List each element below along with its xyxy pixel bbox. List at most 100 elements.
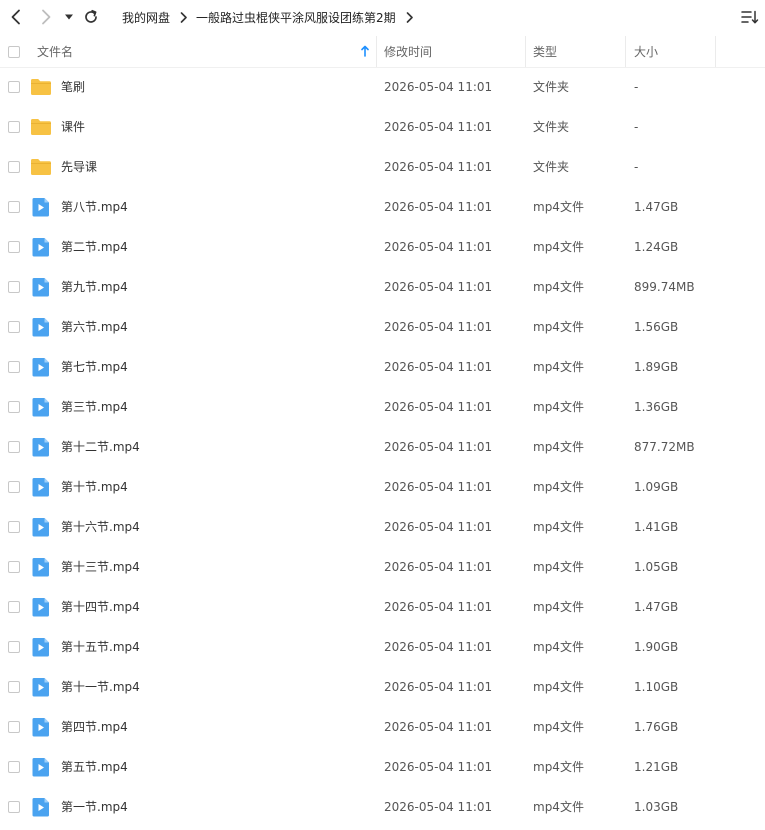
file-name[interactable]: 第九节.mp4 xyxy=(61,267,128,307)
file-row[interactable]: 第七节.mp4 2026-05-04 11:01 mp4文件 1.89GB xyxy=(0,347,765,387)
file-row[interactable]: 第十三节.mp4 2026-05-04 11:01 mp4文件 1.05GB xyxy=(0,547,765,587)
file-row[interactable]: 第九节.mp4 2026-05-04 11:01 mp4文件 899.74MB xyxy=(0,267,765,307)
file-name[interactable]: 第十六节.mp4 xyxy=(61,507,140,547)
file-modified-time: 2026-05-04 11:01 xyxy=(384,760,493,774)
column-header-modified[interactable]: 修改时间 xyxy=(384,36,524,67)
row-checkbox[interactable] xyxy=(8,641,20,653)
video-file-icon xyxy=(30,356,52,378)
file-name[interactable]: 第二节.mp4 xyxy=(61,227,128,267)
file-modified-time: 2026-05-04 11:01 xyxy=(384,680,493,694)
row-checkbox[interactable] xyxy=(8,241,20,253)
sort-ascending-icon xyxy=(361,45,369,60)
row-checkbox[interactable] xyxy=(8,401,20,413)
row-checkbox[interactable] xyxy=(8,81,20,93)
file-name[interactable]: 第四节.mp4 xyxy=(61,707,128,747)
file-type: mp4文件 xyxy=(533,480,584,494)
column-divider[interactable] xyxy=(525,36,526,67)
row-checkbox[interactable] xyxy=(8,361,20,373)
breadcrumb-expand-icon[interactable] xyxy=(406,11,414,23)
row-checkbox[interactable] xyxy=(8,121,20,133)
history-dropdown-button[interactable] xyxy=(60,6,78,28)
file-name[interactable]: 第十节.mp4 xyxy=(61,467,128,507)
row-checkbox[interactable] xyxy=(8,481,20,493)
breadcrumb-item-current[interactable]: 一般路过虫棍侠平涂风服设团练第2期 xyxy=(196,9,396,26)
column-divider[interactable] xyxy=(625,36,626,67)
file-modified-time: 2026-05-04 11:01 xyxy=(384,400,493,414)
file-row[interactable]: 第五节.mp4 2026-05-04 11:01 mp4文件 1.21GB xyxy=(0,747,765,787)
row-checkbox[interactable] xyxy=(8,321,20,333)
breadcrumb-item-root[interactable]: 我的网盘 xyxy=(122,9,170,26)
sort-view-button[interactable] xyxy=(739,7,761,27)
column-header-type[interactable]: 类型 xyxy=(533,36,623,67)
row-checkbox[interactable] xyxy=(8,761,20,773)
refresh-button[interactable] xyxy=(80,6,102,28)
file-row[interactable]: 第一节.mp4 2026-05-04 11:01 mp4文件 1.03GB xyxy=(0,787,765,827)
column-divider[interactable] xyxy=(715,36,716,67)
file-name[interactable]: 第十一节.mp4 xyxy=(61,667,140,707)
row-checkbox[interactable] xyxy=(8,681,20,693)
file-name[interactable]: 第三节.mp4 xyxy=(61,387,128,427)
video-file-icon xyxy=(30,676,52,698)
file-row[interactable]: 第十六节.mp4 2026-05-04 11:01 mp4文件 1.41GB xyxy=(0,507,765,547)
row-checkbox[interactable] xyxy=(8,161,20,173)
file-size: 1.21GB xyxy=(634,760,679,774)
file-modified-time: 2026-05-04 11:01 xyxy=(384,360,493,374)
row-checkbox[interactable] xyxy=(8,721,20,733)
file-name[interactable]: 第六节.mp4 xyxy=(61,307,128,347)
file-size: 1.41GB xyxy=(634,520,679,534)
file-name[interactable]: 第十二节.mp4 xyxy=(61,427,140,467)
file-name[interactable]: 第十五节.mp4 xyxy=(61,627,140,667)
row-checkbox[interactable] xyxy=(8,601,20,613)
file-row[interactable]: 第八节.mp4 2026-05-04 11:01 mp4文件 1.47GB xyxy=(0,187,765,227)
row-checkbox[interactable] xyxy=(8,441,20,453)
file-name[interactable]: 先导课 xyxy=(61,147,97,187)
file-row[interactable]: 第十一节.mp4 2026-05-04 11:01 mp4文件 1.10GB xyxy=(0,667,765,707)
folder-icon xyxy=(30,156,52,178)
column-header-size[interactable]: 大小 xyxy=(634,36,714,67)
file-row[interactable]: 第十节.mp4 2026-05-04 11:01 mp4文件 1.09GB xyxy=(0,467,765,507)
file-row[interactable]: 笔刷 2026-05-04 11:01 文件夹 - xyxy=(0,67,765,107)
file-name[interactable]: 课件 xyxy=(61,107,85,147)
file-row[interactable]: 第十四节.mp4 2026-05-04 11:01 mp4文件 1.47GB xyxy=(0,587,765,627)
file-name[interactable]: 笔刷 xyxy=(61,67,85,107)
sort-list-icon xyxy=(741,10,759,24)
file-modified-time: 2026-05-04 11:01 xyxy=(384,80,493,94)
video-file-icon xyxy=(30,636,52,658)
column-divider[interactable] xyxy=(376,36,377,67)
file-row[interactable]: 第二节.mp4 2026-05-04 11:01 mp4文件 1.24GB xyxy=(0,227,765,267)
row-checkbox[interactable] xyxy=(8,521,20,533)
select-all-checkbox[interactable] xyxy=(8,45,20,58)
column-header-name[interactable]: 文件名 xyxy=(37,36,375,67)
row-checkbox[interactable] xyxy=(8,561,20,573)
file-list: 笔刷 2026-05-04 11:01 文件夹 - 课件 2026-05-04 … xyxy=(0,67,765,827)
back-button[interactable] xyxy=(5,6,27,28)
file-modified-time: 2026-05-04 11:01 xyxy=(384,160,493,174)
file-name[interactable]: 第十四节.mp4 xyxy=(61,587,140,627)
video-file-icon xyxy=(30,796,52,818)
file-row[interactable]: 第三节.mp4 2026-05-04 11:01 mp4文件 1.36GB xyxy=(0,387,765,427)
file-name[interactable]: 第七节.mp4 xyxy=(61,347,128,387)
select-all-cell xyxy=(8,36,20,67)
file-modified-time: 2026-05-04 11:01 xyxy=(384,120,493,134)
file-row[interactable]: 先导课 2026-05-04 11:01 文件夹 - xyxy=(0,147,765,187)
forward-button[interactable] xyxy=(35,6,57,28)
toolbar: 我的网盘 一般路过虫棍侠平涂风服设团练第2期 xyxy=(0,0,765,34)
column-header-size-label: 大小 xyxy=(634,45,659,59)
file-row[interactable]: 课件 2026-05-04 11:01 文件夹 - xyxy=(0,107,765,147)
row-checkbox[interactable] xyxy=(8,281,20,293)
file-name[interactable]: 第十三节.mp4 xyxy=(61,547,140,587)
file-size: 1.05GB xyxy=(634,560,679,574)
video-file-icon xyxy=(30,516,52,538)
file-name[interactable]: 第五节.mp4 xyxy=(61,747,128,787)
file-name[interactable]: 第一节.mp4 xyxy=(61,787,128,827)
row-checkbox[interactable] xyxy=(8,801,20,813)
file-row[interactable]: 第十二节.mp4 2026-05-04 11:01 mp4文件 877.72MB xyxy=(0,427,765,467)
file-type: 文件夹 xyxy=(533,80,570,94)
file-row[interactable]: 第十五节.mp4 2026-05-04 11:01 mp4文件 1.90GB xyxy=(0,627,765,667)
file-name[interactable]: 第八节.mp4 xyxy=(61,187,128,227)
file-row[interactable]: 第六节.mp4 2026-05-04 11:01 mp4文件 1.56GB xyxy=(0,307,765,347)
file-size: - xyxy=(634,160,639,174)
file-type: mp4文件 xyxy=(533,200,584,214)
row-checkbox[interactable] xyxy=(8,201,20,213)
file-row[interactable]: 第四节.mp4 2026-05-04 11:01 mp4文件 1.76GB xyxy=(0,707,765,747)
